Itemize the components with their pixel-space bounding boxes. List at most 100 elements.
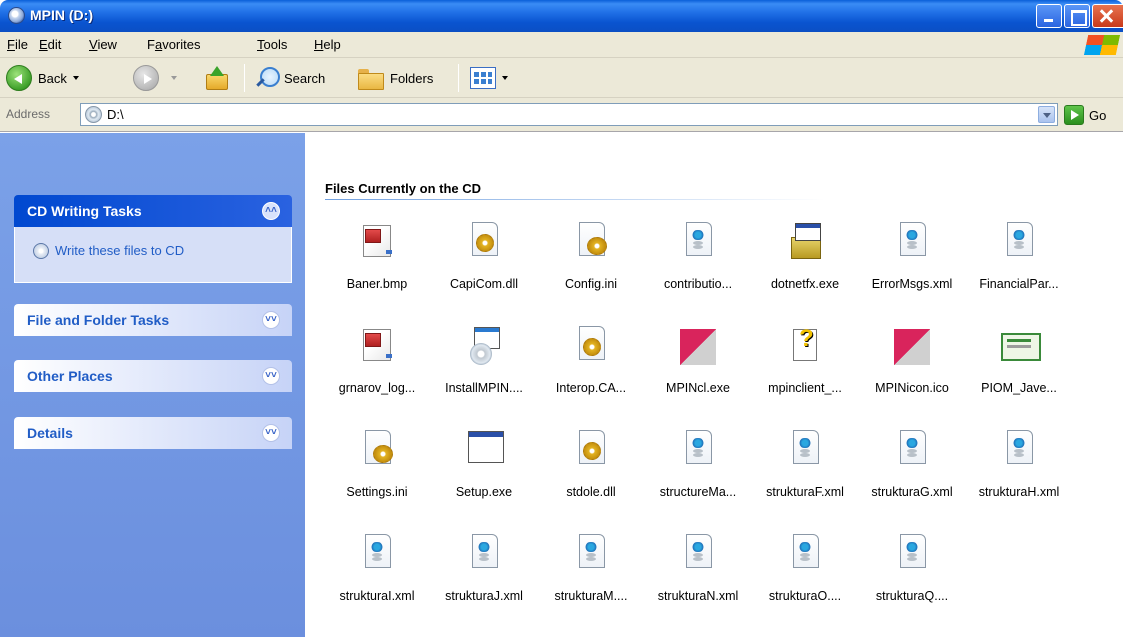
menu-favorites[interactable]: Favorites (147, 37, 200, 52)
file-item[interactable]: Interop.CA... (537, 325, 645, 413)
xml-file-icon (1001, 221, 1037, 261)
dll-gear-icon (466, 221, 502, 261)
setup-box-icon (787, 221, 823, 261)
group-heading: Files Currently on the CD (325, 181, 482, 196)
close-button[interactable] (1092, 4, 1123, 28)
file-item[interactable]: strukturaI.xml (323, 533, 431, 621)
file-item[interactable]: InstallMPIN.... (430, 325, 538, 413)
file-name-label: strukturaI.xml (339, 589, 415, 603)
exe-window-icon (466, 429, 504, 469)
back-button[interactable]: Back (6, 63, 79, 93)
up-folder-button[interactable] (204, 63, 228, 93)
xml-file-icon (894, 221, 930, 261)
views-button[interactable] (470, 63, 508, 93)
file-name-label: strukturaF.xml (766, 485, 844, 499)
file-item[interactable]: Settings.ini (323, 429, 431, 517)
folders-button[interactable]: Folders (358, 63, 433, 93)
forward-dropdown-icon[interactable] (171, 76, 177, 80)
go-button[interactable]: Go (1064, 104, 1106, 126)
file-item[interactable]: MPINicon.ico (858, 325, 966, 413)
views-dropdown-icon[interactable] (502, 76, 508, 80)
menu-file[interactable]: File (7, 37, 28, 52)
toolbar-separator (458, 64, 459, 92)
folders-label: Folders (390, 70, 434, 86)
file-item[interactable]: strukturaF.xml (751, 429, 859, 517)
file-name-label: strukturaN.xml (657, 589, 739, 603)
file-name-label: CapiCom.dll (449, 277, 519, 291)
file-name-label: Setup.exe (455, 485, 513, 499)
file-item[interactable]: dotnetfx.exe (751, 221, 859, 309)
panel-title: File and Folder Tasks (27, 312, 170, 328)
menu-view[interactable]: View (89, 37, 117, 52)
group-divider (325, 199, 825, 200)
expand-chevron-icon[interactable]: ˅˅ (262, 311, 280, 329)
task-pane: CD Writing Tasks ˄˄ Write these files to… (0, 133, 305, 637)
minimize-button[interactable] (1036, 4, 1062, 28)
other-places-header[interactable]: Other Places ˅˅ (14, 360, 292, 392)
file-item[interactable]: strukturaN.xml (644, 533, 752, 621)
file-name-label: strukturaH.xml (978, 485, 1060, 499)
file-name-label: structureMa... (659, 485, 737, 499)
address-dropdown-button[interactable] (1038, 106, 1055, 123)
ini-notes-icon (359, 429, 395, 469)
file-item[interactable]: strukturaQ.... (858, 533, 966, 621)
search-button[interactable]: Search (254, 63, 325, 93)
file-item[interactable]: mpinclient_... (751, 325, 859, 413)
file-name-label: stdole.dll (566, 485, 616, 499)
paint-icon (359, 325, 395, 365)
title-bar[interactable]: MPIN (D:) (0, 0, 1123, 32)
file-item[interactable]: strukturaJ.xml (430, 533, 538, 621)
installer-icon (466, 325, 502, 365)
file-item[interactable]: Setup.exe (430, 429, 538, 517)
file-item[interactable]: PIOM_Jave... (965, 325, 1073, 413)
file-item[interactable]: strukturaM.... (537, 533, 645, 621)
file-name-label: Baner.bmp (346, 277, 408, 291)
cd-writing-tasks-panel: CD Writing Tasks ˄˄ Write these files to… (14, 195, 292, 283)
address-input[interactable]: D:\ (80, 103, 1058, 126)
views-icon (470, 67, 496, 89)
file-item[interactable]: structureMa... (644, 429, 752, 517)
address-value: D:\ (107, 107, 124, 122)
file-name-label: grnarov_log... (338, 381, 416, 395)
file-folder-tasks-header[interactable]: File and Folder Tasks ˅˅ (14, 304, 292, 336)
cd-drive-icon (85, 106, 102, 123)
write-files-to-cd-link[interactable]: Write these files to CD (55, 243, 184, 258)
file-item[interactable]: grnarov_log... (323, 325, 431, 413)
file-item[interactable]: FinancialPar... (965, 221, 1073, 309)
file-name-label: MPINcl.exe (666, 381, 730, 395)
file-item[interactable]: Baner.bmp (323, 221, 431, 309)
maximize-button[interactable] (1064, 4, 1090, 28)
details-header[interactable]: Details ˅˅ (14, 417, 292, 449)
app-icon (894, 325, 930, 365)
file-item[interactable]: CapiCom.dll (430, 221, 538, 309)
back-arrow-icon (6, 65, 32, 91)
file-name-label: dotnetfx.exe (770, 277, 840, 291)
address-label: Address (6, 107, 51, 121)
file-item[interactable]: strukturaG.xml (858, 429, 966, 517)
menu-help[interactable]: Help (314, 37, 341, 52)
file-item[interactable]: MPINcl.exe (644, 325, 752, 413)
file-item[interactable]: strukturaH.xml (965, 429, 1073, 517)
collapse-chevron-icon[interactable]: ˄˄ (262, 202, 280, 220)
expand-chevron-icon[interactable]: ˅˅ (262, 367, 280, 385)
file-item[interactable]: contributio... (644, 221, 752, 309)
back-dropdown-icon[interactable] (72, 76, 79, 80)
panel-title: CD Writing Tasks (27, 203, 142, 219)
file-item[interactable]: ErrorMsgs.xml (858, 221, 966, 309)
xml-file-icon (680, 221, 716, 261)
forward-button[interactable] (133, 63, 177, 93)
menu-tools[interactable]: Tools (257, 37, 287, 52)
file-item[interactable]: Config.ini (537, 221, 645, 309)
cd-writing-tasks-header[interactable]: CD Writing Tasks ˄˄ (14, 195, 292, 227)
menu-edit[interactable]: Edit (39, 37, 61, 52)
file-name-label: FinancialPar... (979, 277, 1059, 291)
windows-logo-icon (1082, 34, 1122, 56)
expand-chevron-icon[interactable]: ˅˅ (262, 424, 280, 442)
file-name-label: strukturaQ.... (875, 589, 949, 603)
file-folder-tasks-panel: File and Folder Tasks ˅˅ (14, 304, 292, 336)
file-item[interactable]: strukturaO.... (751, 533, 859, 621)
file-item[interactable]: stdole.dll (537, 429, 645, 517)
file-name-label: strukturaJ.xml (445, 589, 523, 603)
xml-file-icon (787, 429, 823, 469)
details-panel: Details ˅˅ (14, 417, 292, 449)
